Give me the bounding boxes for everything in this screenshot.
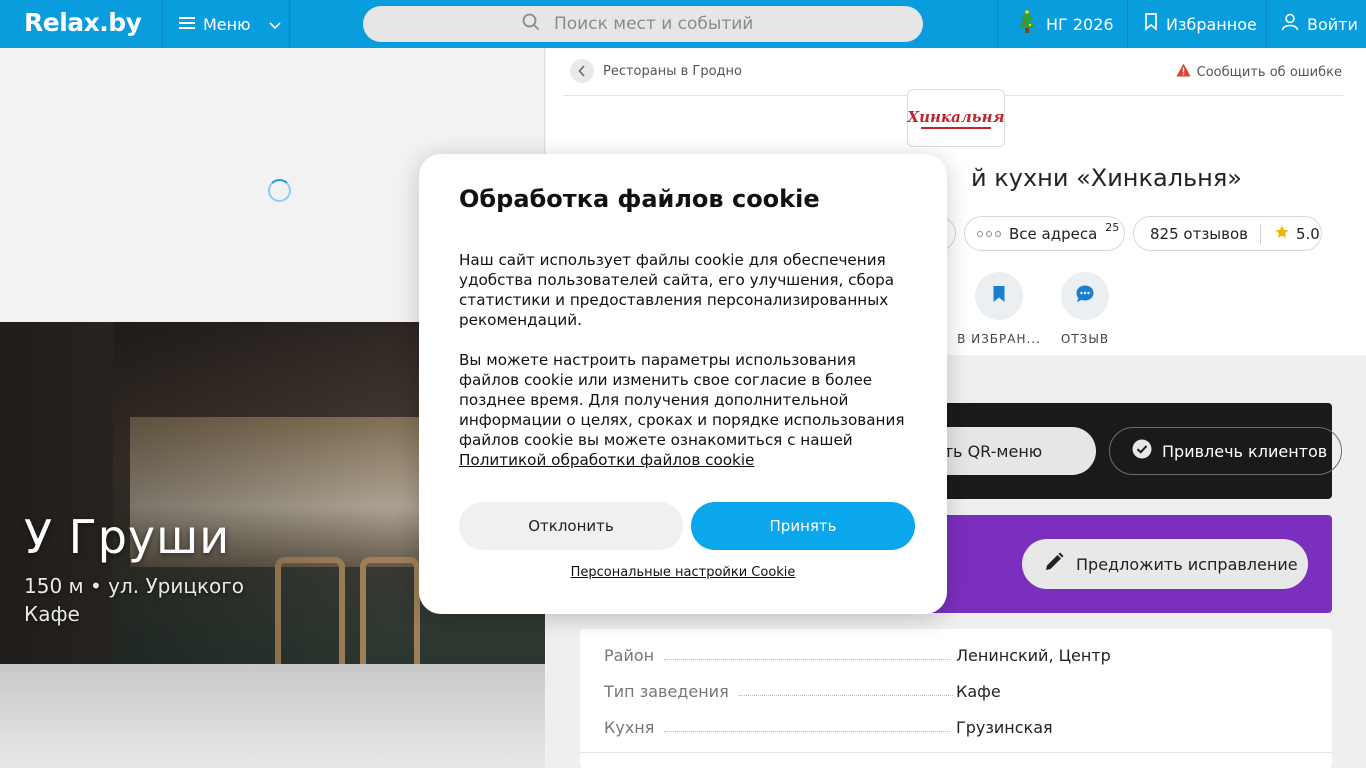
login-label: Войти	[1307, 14, 1358, 34]
nav-divider	[1127, 0, 1128, 48]
menu-button[interactable]: Меню	[163, 0, 289, 48]
info-value: Ленинский, Центр	[956, 645, 1111, 665]
report-error-link[interactable]: Сообщить об ошибке	[1176, 63, 1342, 81]
leader-dots	[664, 722, 951, 732]
search-bar[interactable]	[363, 6, 923, 42]
info-row: Кухня Грузинская	[604, 709, 1314, 745]
venue-logo-text: Хинкальня	[907, 107, 1005, 126]
cookie-settings-link[interactable]: Персональные настройки Cookie	[419, 565, 947, 580]
cookie-policy-link[interactable]: Политикой обработки файлов cookie	[459, 451, 754, 469]
cookie-paragraph-2: Вы можете настроить параметры использова…	[459, 350, 907, 470]
bookmark-icon	[1144, 13, 1158, 35]
nearby-venue-distance: 150 м • ул. Урицкого	[24, 574, 245, 598]
cookie-dialog-body: Наш сайт использует файлы cookie для обе…	[459, 250, 907, 470]
info-row: Тип заведения Кафе	[604, 673, 1314, 709]
action-circle	[1061, 272, 1109, 320]
star-icon	[1275, 225, 1289, 243]
user-icon	[1281, 13, 1299, 35]
chat-icon	[1075, 284, 1095, 308]
cookie-paragraph-2-text: Вы можете настроить параметры использова…	[459, 351, 905, 449]
top-navigation-bar: Relax.by Меню НГ 2026 Избранное В	[0, 0, 1366, 48]
add-to-favorites-action[interactable]: В ИЗБРАН...	[954, 272, 1044, 346]
cookie-consent-dialog: Обработка файлов cookie Наш сайт использ…	[419, 154, 947, 614]
bookmark-icon	[992, 285, 1006, 307]
chevron-down-icon	[269, 15, 281, 34]
info-key: Район	[604, 645, 655, 665]
info-row: Район Ленинский, Центр	[604, 637, 1314, 673]
info-value: Кафе	[956, 681, 1001, 701]
venue-logo: Хинкальня	[907, 89, 1005, 147]
favorites-action-label: В ИЗБРАН...	[957, 332, 1041, 346]
loading-spinner	[268, 179, 291, 202]
pill-separator	[1260, 223, 1261, 244]
attract-clients-button[interactable]: Привлечь клиентов	[1109, 427, 1342, 475]
suggest-correction-label: Предложить исправление	[1076, 554, 1298, 574]
new-year-label: НГ 2026	[1046, 14, 1114, 34]
check-icon	[1132, 439, 1152, 463]
nearby-venue-title: У Груши	[24, 510, 231, 564]
new-year-link[interactable]: НГ 2026	[1016, 0, 1114, 48]
reviews-count: 825 отзывов	[1150, 224, 1248, 243]
next-venue-card[interactable]	[0, 664, 545, 768]
tree-icon	[1016, 9, 1038, 39]
leader-dots	[738, 686, 953, 696]
venue-info-card: Район Ленинский, Центр Тип заведения Каф…	[580, 629, 1332, 768]
nav-divider	[997, 0, 998, 48]
review-action-label: ОТЗЫВ	[1060, 332, 1110, 346]
search-input[interactable]	[554, 14, 764, 34]
search-icon	[522, 13, 540, 36]
info-key: Кухня	[604, 717, 655, 737]
nearby-venue-type: Кафе	[24, 602, 80, 626]
rating-value: 5.0	[1296, 224, 1320, 243]
suggest-correction-button[interactable]: Предложить исправление	[1022, 539, 1308, 589]
nav-divider	[289, 0, 290, 48]
login-link[interactable]: Войти	[1281, 0, 1358, 48]
venue-logo-underline	[921, 126, 991, 129]
pencil-icon	[1044, 552, 1064, 576]
menu-label: Меню	[203, 14, 251, 34]
reviews-pill[interactable]: 825 отзывов 5.0	[1133, 216, 1322, 251]
cookie-dialog-title: Обработка файлов cookie	[459, 185, 820, 213]
warning-icon	[1176, 63, 1191, 81]
menu-icon	[179, 15, 195, 34]
decline-button[interactable]: Отклонить	[459, 502, 683, 550]
info-value: Грузинская	[956, 717, 1053, 737]
favorites-label: Избранное	[1166, 14, 1257, 34]
cookie-paragraph-1: Наш сайт использует файлы cookie для обе…	[459, 251, 895, 329]
accept-button[interactable]: Принять	[691, 502, 915, 550]
back-chevron-icon	[578, 62, 586, 81]
dots-icon	[977, 230, 1001, 237]
attract-clients-label: Привлечь клиентов	[1162, 441, 1328, 461]
site-logo[interactable]: Relax.by	[24, 8, 142, 37]
breadcrumb[interactable]: Рестораны в Гродно	[603, 64, 742, 79]
leader-dots	[664, 650, 951, 660]
favorites-link[interactable]: Избранное	[1144, 0, 1257, 48]
addresses-count: 25	[1105, 221, 1120, 234]
action-circle	[975, 272, 1023, 320]
info-key: Тип заведения	[604, 681, 729, 701]
addresses-label: Все адреса	[1009, 224, 1098, 243]
report-error-label: Сообщить об ошибке	[1196, 64, 1342, 80]
nav-divider	[1266, 0, 1267, 48]
divider	[580, 752, 1332, 753]
back-button[interactable]	[570, 59, 594, 83]
all-addresses-pill[interactable]: Все адреса 25	[964, 216, 1125, 251]
write-review-action[interactable]: ОТЗЫВ	[1040, 272, 1130, 346]
